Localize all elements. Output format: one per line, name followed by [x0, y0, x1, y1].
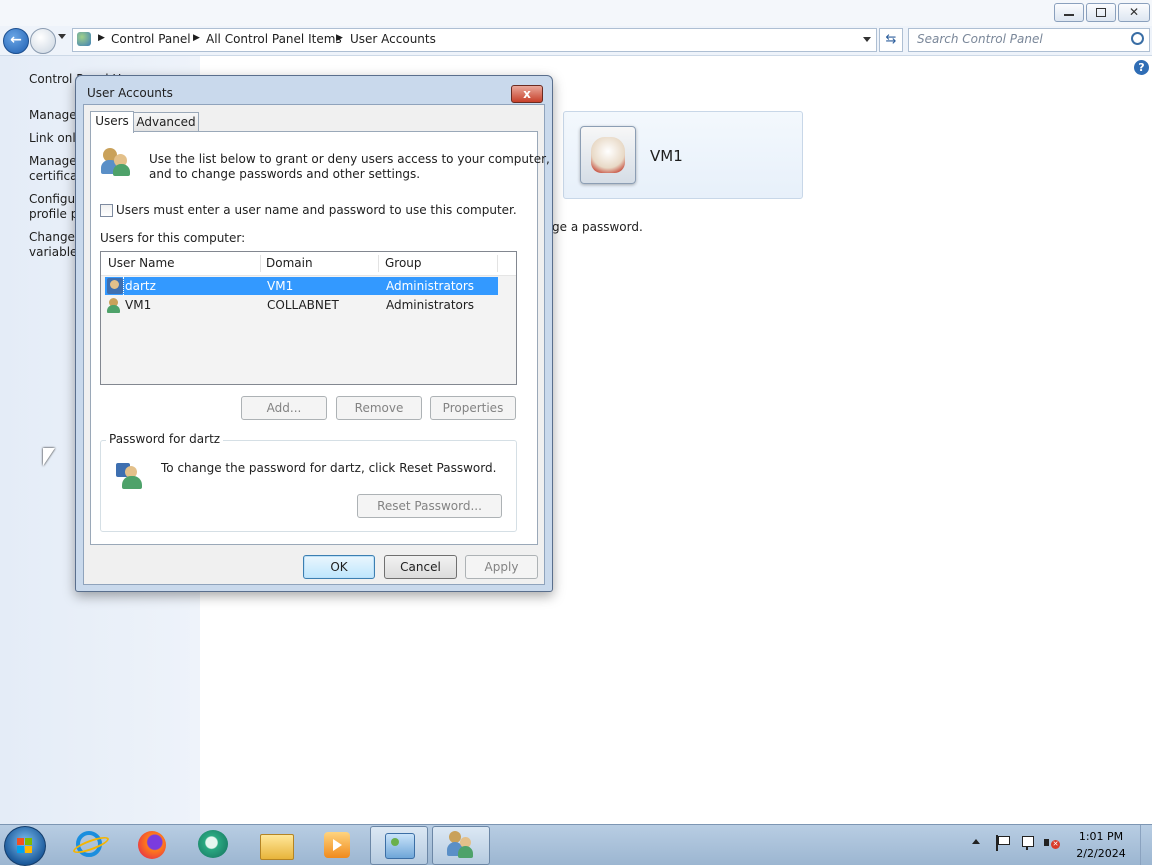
- minimize-button[interactable]: [1054, 3, 1084, 22]
- intro-text-line1: Use the list below to grant or deny user…: [149, 152, 550, 166]
- mouse-cursor-icon: [43, 448, 55, 466]
- user-accounts-dialog: User Accounts x Users Advanced Use the l…: [75, 75, 553, 592]
- internet-explorer-icon[interactable]: [62, 826, 118, 863]
- volume-muted-icon[interactable]: ✕: [1043, 835, 1061, 851]
- breadcrumb-user-accounts[interactable]: User Accounts: [350, 32, 436, 46]
- add-user-button[interactable]: Add...: [241, 396, 327, 420]
- dialog-body: Users Advanced Use the list below to gra…: [83, 104, 550, 585]
- search-icon[interactable]: [1131, 32, 1144, 45]
- window-titlebar: ✕: [0, 0, 1152, 26]
- restore-icon: [1096, 8, 1106, 17]
- help-icon[interactable]: ?: [1134, 60, 1149, 75]
- users-list-label: Users for this computer:: [100, 231, 246, 245]
- change-password-link[interactable]: ge a password.: [552, 220, 643, 234]
- cell-group: Administrators: [386, 298, 475, 312]
- close-window-button[interactable]: ✕: [1118, 3, 1150, 22]
- close-icon: x: [523, 87, 531, 101]
- intro-text-line2: and to change passwords and other settin…: [149, 167, 421, 181]
- user-accounts-icon[interactable]: [432, 826, 490, 865]
- column-divider: [378, 255, 379, 272]
- forward-button[interactable]: [30, 28, 56, 54]
- control-panel-icon[interactable]: [370, 826, 428, 865]
- address-dropdown-icon[interactable]: [863, 37, 871, 42]
- firefox-icon[interactable]: [124, 826, 180, 863]
- properties-button[interactable]: Properties: [430, 396, 516, 420]
- start-button[interactable]: [4, 826, 46, 866]
- show-hidden-icons-icon[interactable]: [972, 839, 980, 844]
- address-field[interactable]: ▶ Control Panel ▶ All Control Panel Item…: [72, 28, 877, 52]
- users-tab-panel: Use the list below to grant or deny user…: [90, 131, 550, 545]
- chevron-right-icon: ▶: [98, 33, 105, 43]
- account-tile: VM1: [563, 111, 803, 199]
- chevron-right-icon: ▶: [193, 33, 200, 43]
- control-panel-icon: [77, 32, 91, 46]
- breadcrumb-control-panel[interactable]: Control Panel: [111, 32, 191, 46]
- reset-password-button[interactable]: Reset Password...: [357, 494, 502, 518]
- back-arrow-icon: ←: [10, 32, 22, 48]
- search-placeholder: Search Control Panel: [917, 32, 1043, 46]
- clock-time[interactable]: 1:01 PM: [1070, 830, 1132, 843]
- recent-pages-dropdown-icon[interactable]: [58, 34, 66, 39]
- taskbar: ✕ 1:01 PM 2/2/2024: [0, 824, 1152, 866]
- task-link[interactable]: Manage: [29, 154, 77, 168]
- user-key-icon: [116, 461, 146, 491]
- avatar: [580, 126, 636, 184]
- cell-user-name: VM1: [125, 298, 152, 312]
- column-group[interactable]: Group: [385, 256, 422, 270]
- navigation-bar: ← ▶ Control Panel ▶ All Control Panel It…: [0, 26, 1152, 56]
- apply-button[interactable]: Apply: [465, 555, 538, 579]
- close-icon: ✕: [1128, 5, 1140, 19]
- list-header: User Name Domain Group: [101, 252, 516, 276]
- chat-icon[interactable]: [186, 826, 242, 863]
- cell-domain: VM1: [267, 279, 294, 293]
- back-button[interactable]: ←: [3, 28, 29, 54]
- lucky-cat-icon: [591, 137, 625, 173]
- user-icon: [107, 278, 123, 294]
- minimize-icon: [1064, 14, 1074, 16]
- dialog-close-button[interactable]: x: [511, 85, 543, 103]
- restore-button[interactable]: [1086, 3, 1116, 22]
- column-divider: [260, 255, 261, 272]
- user-icon: [107, 297, 123, 313]
- table-row[interactable]: dartz VM1 Administrators: [105, 277, 498, 295]
- column-divider: [497, 255, 498, 272]
- password-group: Password for dartz To change the passwor…: [100, 432, 517, 532]
- require-login-label[interactable]: Users must enter a user name and passwor…: [116, 203, 517, 217]
- chevron-right-icon: ▶: [336, 33, 343, 43]
- file-explorer-icon[interactable]: [248, 826, 304, 863]
- account-name: VM1: [650, 147, 683, 165]
- table-row[interactable]: VM1 COLLABNET Administrators: [105, 296, 498, 314]
- ok-button[interactable]: OK: [303, 555, 375, 579]
- search-input[interactable]: Search Control Panel: [908, 28, 1150, 52]
- cancel-button[interactable]: Cancel: [384, 555, 457, 579]
- column-domain[interactable]: Domain: [266, 256, 313, 270]
- users-icon: [101, 146, 131, 178]
- cell-domain: COLLABNET: [267, 298, 339, 312]
- task-link[interactable]: Change: [29, 230, 75, 244]
- clock-date[interactable]: 2/2/2024: [1070, 847, 1132, 860]
- password-instruction: To change the password for dartz, click …: [161, 461, 497, 475]
- users-list[interactable]: User Name Domain Group dartz VM1 Adminis…: [100, 251, 517, 385]
- cell-group: Administrators: [386, 279, 475, 293]
- breadcrumb-all-items[interactable]: All Control Panel Items: [206, 32, 342, 46]
- require-login-checkbox[interactable]: [100, 204, 113, 217]
- cell-user-name: dartz: [125, 279, 156, 293]
- show-desktop-button[interactable]: [1140, 825, 1152, 865]
- task-link[interactable]: Configur: [29, 192, 80, 206]
- network-icon[interactable]: [1019, 835, 1035, 851]
- tab-users[interactable]: Users: [90, 111, 134, 133]
- dialog-title: User Accounts: [87, 86, 173, 100]
- remove-user-button[interactable]: Remove: [336, 396, 422, 420]
- refresh-button[interactable]: ⇆: [879, 28, 903, 52]
- media-player-icon[interactable]: [310, 826, 366, 863]
- task-link[interactable]: Link onli: [29, 131, 79, 145]
- password-group-title: Password for dartz: [106, 432, 224, 446]
- column-user-name[interactable]: User Name: [108, 256, 175, 270]
- action-center-flag-icon[interactable]: [995, 835, 1010, 851]
- tab-advanced[interactable]: Advanced: [133, 112, 199, 131]
- task-link[interactable]: Manage: [29, 108, 77, 122]
